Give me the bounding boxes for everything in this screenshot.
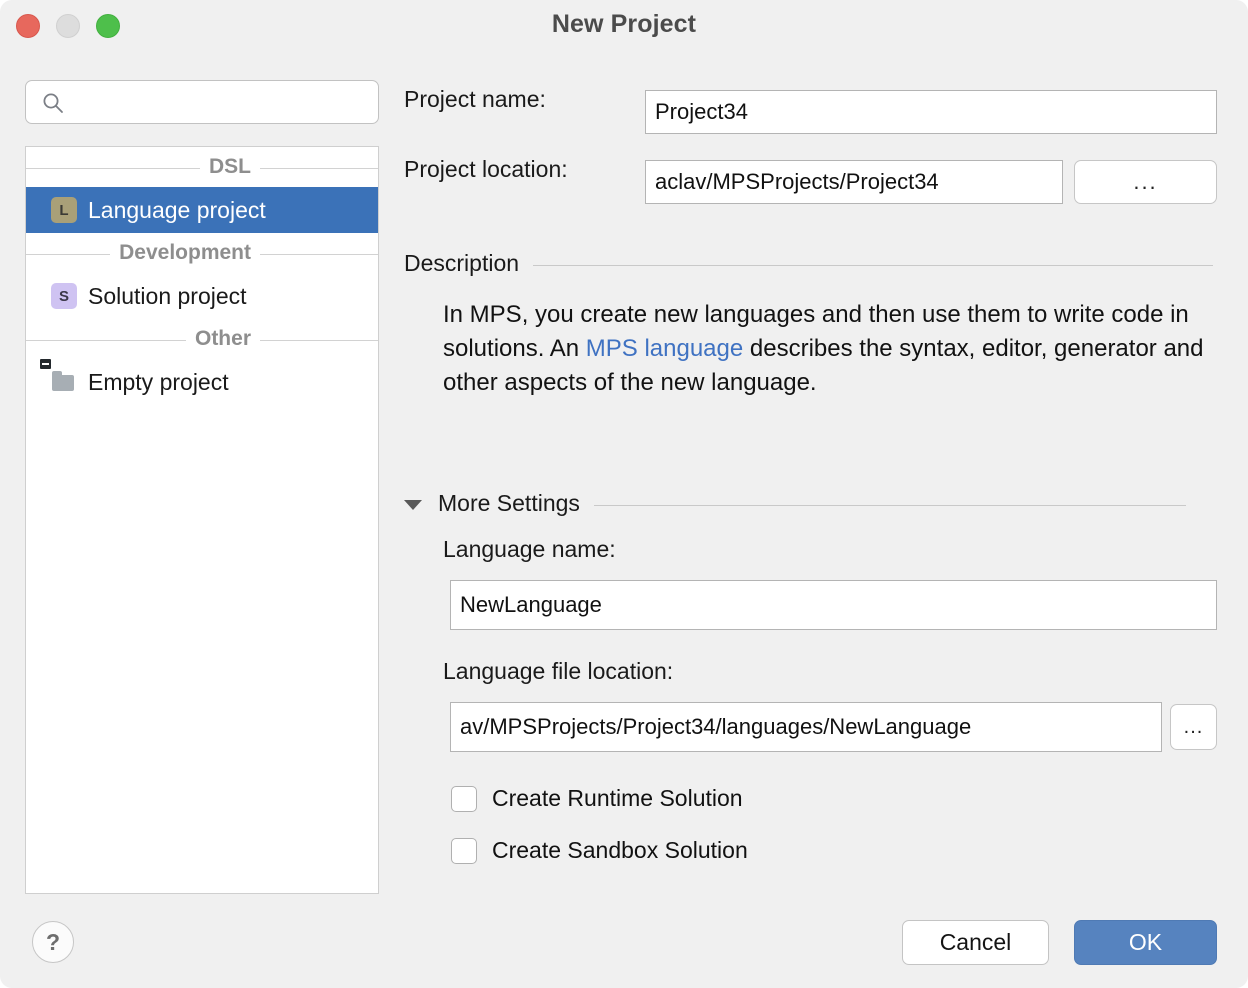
- create-runtime-solution-label: Create Runtime Solution: [492, 785, 743, 812]
- help-button[interactable]: ?: [32, 921, 74, 963]
- category-rule-left: [26, 254, 110, 255]
- language-file-location-label: Language file location:: [443, 658, 673, 685]
- create-sandbox-solution-checkbox[interactable]: [451, 838, 477, 864]
- folder-icon: [51, 369, 77, 395]
- solution-badge-letter: S: [51, 283, 77, 309]
- project-type-list[interactable]: DSL L Language project Development S Sol…: [25, 146, 379, 894]
- category-rule-right: [260, 254, 378, 255]
- list-item-label: Solution project: [88, 283, 247, 310]
- more-settings-section-header[interactable]: More Settings: [404, 490, 1218, 517]
- language-file-location-input[interactable]: [450, 702, 1162, 752]
- language-name-label: Language name:: [443, 536, 616, 563]
- list-item-label: Language project: [88, 197, 266, 224]
- create-sandbox-solution-label: Create Sandbox Solution: [492, 837, 748, 864]
- search-field[interactable]: [25, 80, 379, 124]
- project-name-label: Project name:: [404, 86, 546, 113]
- description-text: In MPS, you create new languages and the…: [443, 298, 1205, 400]
- description-section-header: Description: [404, 250, 1218, 277]
- category-header-development: Development: [26, 233, 378, 273]
- description-section-label: Description: [404, 250, 519, 277]
- language-file-location-browse-button[interactable]: ...: [1170, 704, 1217, 750]
- chevron-down-icon[interactable]: [404, 500, 422, 510]
- category-header-dsl: DSL: [26, 147, 378, 187]
- search-icon: [42, 92, 64, 114]
- search-input[interactable]: [72, 82, 376, 124]
- cancel-button[interactable]: Cancel: [902, 920, 1049, 965]
- project-name-input[interactable]: [645, 90, 1217, 134]
- create-runtime-solution-checkbox-row[interactable]: Create Runtime Solution: [451, 785, 743, 812]
- solution-badge-icon: S: [51, 283, 77, 309]
- language-badge-letter: L: [51, 197, 77, 223]
- ok-button[interactable]: OK: [1074, 920, 1217, 965]
- category-header-other: Other: [26, 319, 378, 359]
- create-sandbox-solution-checkbox-row[interactable]: Create Sandbox Solution: [451, 837, 748, 864]
- mps-language-link[interactable]: MPS language: [586, 335, 743, 362]
- category-rule-right: [260, 168, 378, 169]
- list-item-label: Empty project: [88, 369, 229, 396]
- list-item-language-project[interactable]: L Language project: [26, 187, 378, 233]
- section-rule: [594, 505, 1186, 506]
- category-rule-left: [26, 168, 200, 169]
- folder-badge: [40, 359, 51, 369]
- list-item-solution-project[interactable]: S Solution project: [26, 273, 378, 319]
- category-label: Development: [119, 241, 251, 265]
- language-name-input[interactable]: [450, 580, 1217, 630]
- category-rule-right: [260, 340, 378, 341]
- list-item-empty-project[interactable]: Empty project: [26, 359, 378, 405]
- window-title: New Project: [0, 10, 1248, 39]
- project-location-label: Project location:: [404, 156, 568, 183]
- new-project-dialog: New Project DSL L Language project Devel…: [0, 0, 1248, 988]
- category-label: DSL: [209, 155, 251, 179]
- title-bar: New Project: [0, 0, 1248, 52]
- folder-body: [52, 375, 74, 391]
- category-label: Other: [195, 327, 251, 351]
- project-location-input[interactable]: [645, 160, 1063, 204]
- category-rule-left: [26, 340, 186, 341]
- language-badge-icon: L: [51, 197, 77, 223]
- project-location-browse-button[interactable]: ...: [1074, 160, 1217, 204]
- create-runtime-solution-checkbox[interactable]: [451, 786, 477, 812]
- more-settings-section-label: More Settings: [438, 490, 580, 517]
- section-rule: [533, 265, 1213, 266]
